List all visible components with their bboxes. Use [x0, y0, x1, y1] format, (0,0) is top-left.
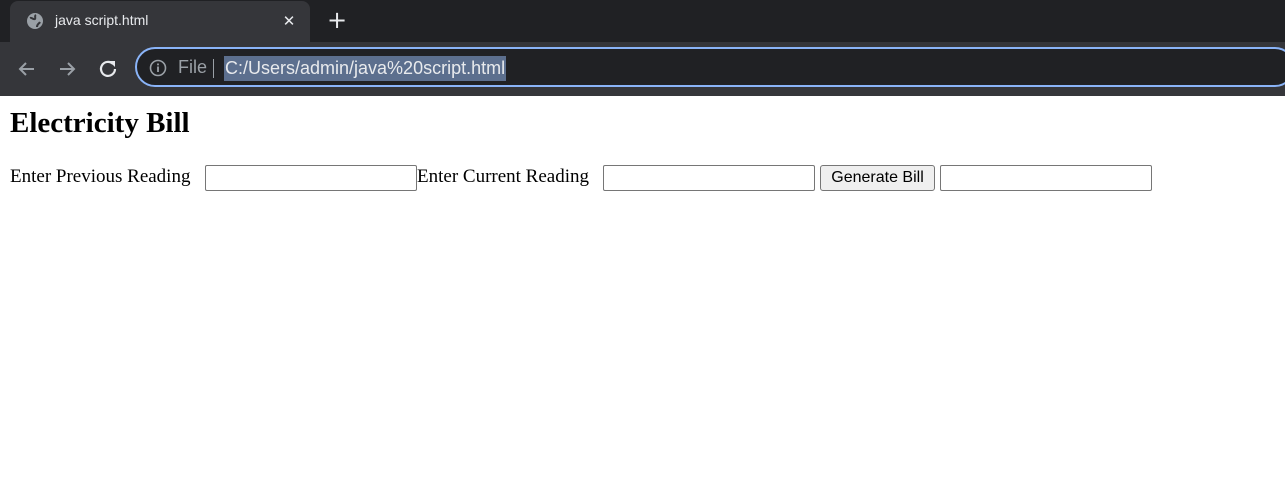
current-reading-label: Enter Current Reading — [417, 166, 590, 187]
generate-bill-button[interactable]: Generate Bill — [820, 165, 935, 191]
plus-icon[interactable]: + — [325, 8, 349, 33]
back-arrow-icon[interactable] — [15, 57, 39, 81]
page-content: Electricity Bill Enter Previous Reading … — [0, 96, 1285, 502]
url-text[interactable]: C:/Users/admin/java%20script.html — [224, 56, 507, 81]
bill-result-field[interactable] — [940, 165, 1152, 191]
url-scheme-label: File — [178, 57, 208, 77]
tab-strip: java script.html ✕ + — [0, 0, 1285, 42]
omnibox-divider — [213, 59, 214, 78]
forward-arrow-icon[interactable] — [55, 57, 79, 81]
bill-form: Enter Previous Reading Enter Current Rea… — [10, 165, 1210, 191]
previous-reading-input[interactable] — [205, 165, 417, 191]
reload-icon[interactable] — [96, 57, 120, 81]
address-bar[interactable]: File C:/Users/admin/java%20script.html — [135, 47, 1285, 87]
current-reading-input[interactable] — [603, 165, 815, 191]
browser-tab[interactable]: java script.html ✕ — [10, 1, 310, 42]
tab-title: java script.html — [55, 12, 149, 28]
previous-reading-label: Enter Previous Reading — [10, 166, 191, 187]
close-icon[interactable]: ✕ — [280, 12, 298, 30]
globe-icon — [27, 13, 43, 29]
info-icon[interactable] — [149, 59, 167, 77]
page-title: Electricity Bill — [10, 107, 190, 139]
browser-chrome: java script.html ✕ + File C:/Users/admin… — [0, 0, 1285, 96]
browser-toolbar: File C:/Users/admin/java%20script.html — [0, 42, 1285, 96]
